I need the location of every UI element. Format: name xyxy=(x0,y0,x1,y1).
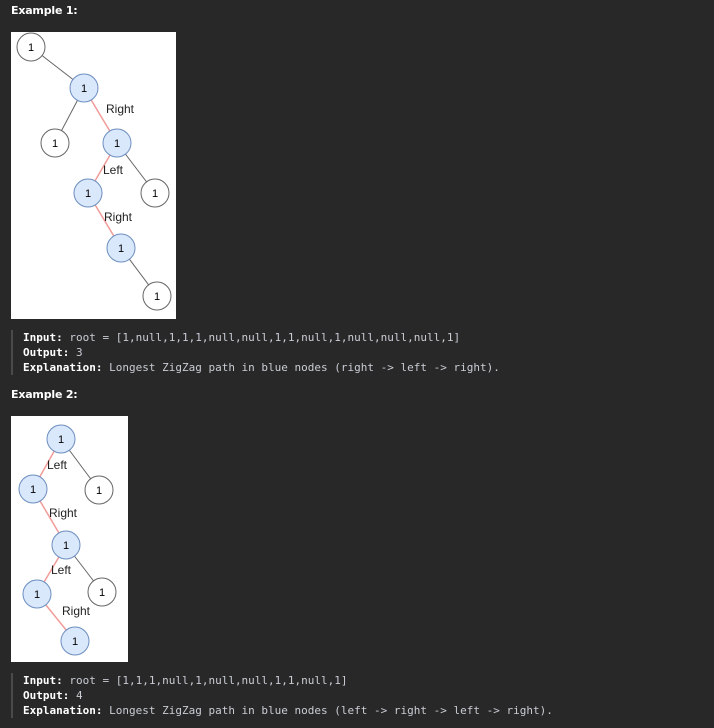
edge-label-right: Right xyxy=(106,102,135,116)
highlighted-tree-node: 1 xyxy=(73,178,103,208)
svg-text:1: 1 xyxy=(63,540,69,552)
svg-text:1: 1 xyxy=(96,485,102,497)
highlighted-tree-node: 1 xyxy=(46,424,76,454)
svg-text:1: 1 xyxy=(154,291,160,303)
svg-text:1: 1 xyxy=(85,188,91,200)
output-line: Output: 4 xyxy=(23,688,713,703)
tree-node: 1 xyxy=(84,475,114,505)
example-2-tree-svg: Left Right Left Right 1 1 1 1 1 1 1 xyxy=(18,424,117,656)
highlighted-tree-node: 1 xyxy=(60,626,90,656)
tree-node: 1 xyxy=(142,281,172,311)
example-2-heading: Example 2: xyxy=(11,388,78,401)
input-line: Input: root = [1,null,1,1,1,null,null,1,… xyxy=(23,330,713,345)
svg-text:1: 1 xyxy=(152,188,158,200)
svg-text:1: 1 xyxy=(28,42,34,54)
explanation-label: Explanation: xyxy=(23,361,103,374)
highlighted-tree-node: 1 xyxy=(69,73,99,103)
explanation-value: Longest ZigZag path in blue nodes (right… xyxy=(109,361,500,374)
tree-node: 1 xyxy=(140,178,170,208)
example-2-code-block: Input: root = [1,1,1,null,1,null,null,1,… xyxy=(11,673,713,718)
highlighted-tree-node: 1 xyxy=(22,579,52,609)
output-line: Output: 3 xyxy=(23,345,713,360)
highlighted-tree-node: 1 xyxy=(18,474,48,504)
edge-label-left: Left xyxy=(51,563,72,577)
input-label: Input: xyxy=(23,331,63,344)
explanation-label: Explanation: xyxy=(23,704,103,717)
highlighted-tree-node: 1 xyxy=(106,233,136,263)
input-value: root = [1,1,1,null,1,null,null,1,1,null,… xyxy=(69,674,348,687)
output-value: 4 xyxy=(75,689,83,702)
input-label: Input: xyxy=(23,674,63,687)
example-1-heading: Example 1: xyxy=(11,4,78,17)
highlighted-tree-node: 1 xyxy=(102,128,132,158)
svg-text:1: 1 xyxy=(30,484,36,496)
tree-node: 1 xyxy=(16,32,46,62)
svg-text:1: 1 xyxy=(81,83,87,95)
edge-label-left: Left xyxy=(47,458,68,472)
edge-label-right: Right xyxy=(49,506,78,520)
example-2-tree-diagram: Left Right Left Right 1 1 1 1 1 1 1 xyxy=(11,416,128,662)
explanation-value: Longest ZigZag path in blue nodes (left … xyxy=(109,704,553,717)
svg-text:1: 1 xyxy=(58,434,64,446)
highlighted-tree-node: 1 xyxy=(51,530,81,560)
svg-text:1: 1 xyxy=(99,587,105,599)
svg-text:1: 1 xyxy=(118,243,124,255)
explanation-line: Explanation: Longest ZigZag path in blue… xyxy=(23,360,713,375)
svg-text:1: 1 xyxy=(34,589,40,601)
example-1-tree-svg: Right Left Right 1 1 1 1 1 1 1 1 xyxy=(16,32,172,311)
svg-text:1: 1 xyxy=(52,138,58,150)
output-label: Output: xyxy=(23,689,70,702)
edge-label-right: Right xyxy=(62,604,91,618)
example-1-tree-diagram: Right Left Right 1 1 1 1 1 1 1 1 xyxy=(11,32,176,319)
svg-text:1: 1 xyxy=(72,636,78,648)
tree-node: 1 xyxy=(40,128,70,158)
example-1-code-block: Input: root = [1,null,1,1,1,null,null,1,… xyxy=(11,330,713,375)
output-label: Output: xyxy=(23,346,70,359)
tree-node: 1 xyxy=(87,577,117,607)
output-value: 3 xyxy=(75,346,83,359)
svg-text:1: 1 xyxy=(114,138,120,150)
input-line: Input: root = [1,1,1,null,1,null,null,1,… xyxy=(23,673,713,688)
edge-label-right: Right xyxy=(104,210,133,224)
input-value: root = [1,null,1,1,1,null,null,1,1,null,… xyxy=(69,331,461,344)
edge-label-left: Left xyxy=(103,163,124,177)
explanation-line: Explanation: Longest ZigZag path in blue… xyxy=(23,703,713,718)
